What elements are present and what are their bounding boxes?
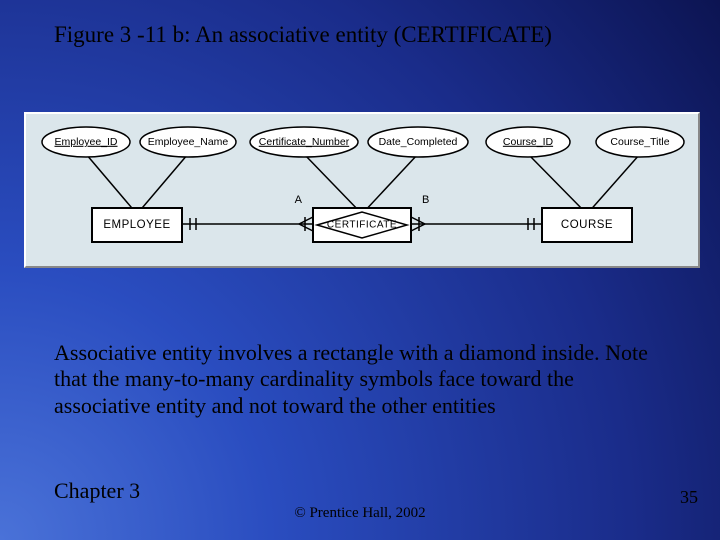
- footer-chapter: Chapter 3: [54, 478, 140, 504]
- link-empname-employee: [137, 154, 188, 214]
- crow-b-1: [411, 217, 425, 224]
- rel-label-a: A: [295, 194, 303, 206]
- figure-title: Figure 3 -11 b: An associative entity (C…: [54, 22, 552, 48]
- link-coursetitle-course: [587, 154, 640, 214]
- er-diagram-svg: Employee_ID Employee_Name Certificate_Nu…: [26, 114, 698, 266]
- entity-certificate-label: CERTIFICATE: [327, 220, 397, 231]
- link-datecomp-certificate: [362, 154, 418, 214]
- er-diagram-panel: Employee_ID Employee_Name Certificate_Nu…: [24, 112, 700, 268]
- rel-label-b: B: [422, 194, 429, 206]
- attr-certificate-number-label: Certificate_Number: [259, 136, 350, 148]
- link-certnum-certificate: [304, 154, 362, 214]
- attr-course-title-label: Course_Title: [610, 136, 669, 148]
- link-empid-employee: [86, 154, 137, 214]
- crow-a-1: [299, 217, 313, 224]
- attr-date-completed-label: Date_Completed: [379, 136, 458, 148]
- attr-course-id-label: Course_ID: [503, 136, 554, 148]
- entity-employee-label: EMPLOYEE: [103, 219, 170, 231]
- footer-page-number: 35: [680, 487, 698, 508]
- figure-caption: Associative entity involves a rectangle …: [54, 340, 670, 419]
- attr-employee-name-label: Employee_Name: [148, 136, 229, 148]
- footer-copyright: © Prentice Hall, 2002: [0, 505, 720, 522]
- attr-employee-id-label: Employee_ID: [54, 136, 117, 148]
- slide: Figure 3 -11 b: An associative entity (C…: [0, 0, 720, 540]
- crow-a-2: [299, 224, 313, 231]
- link-courseid-course: [528, 154, 587, 214]
- crow-b-2: [411, 224, 425, 231]
- entity-course-label: COURSE: [561, 219, 613, 231]
